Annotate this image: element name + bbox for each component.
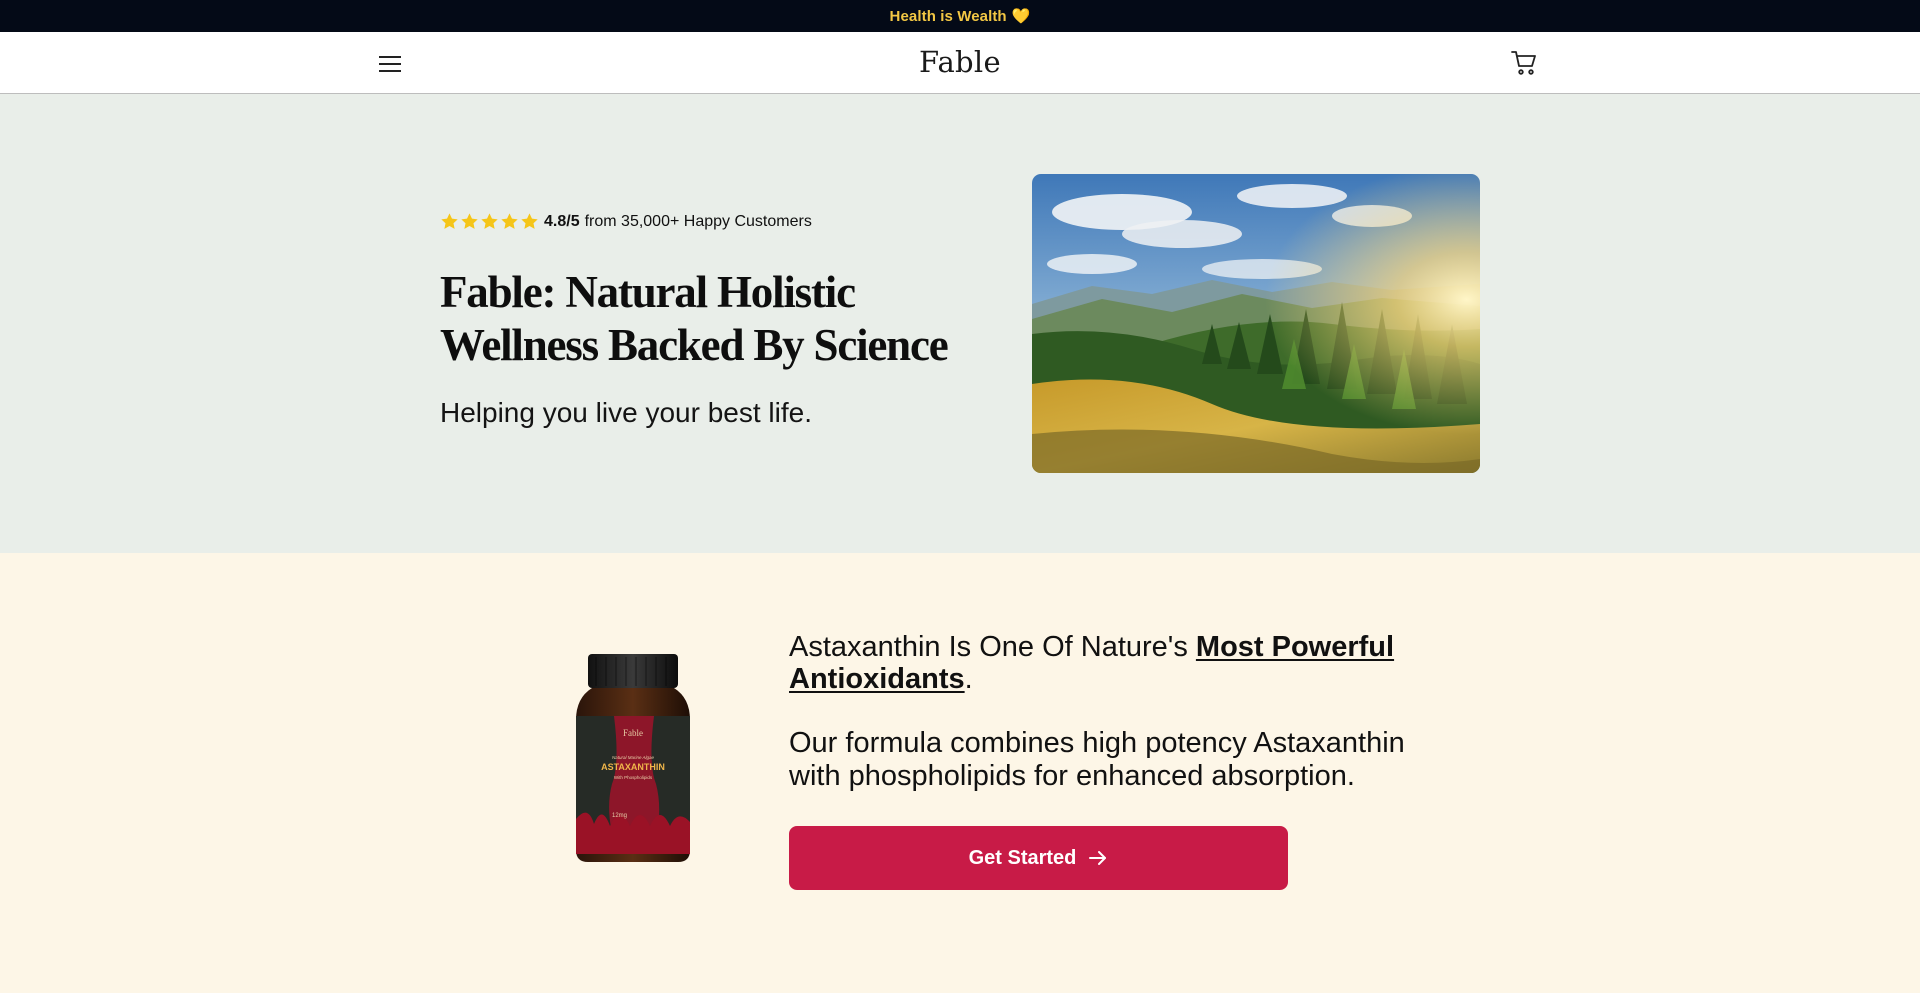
product-description: Our formula combines high potency Astaxa… xyxy=(789,727,1405,792)
hero-subtitle: Helping you live your best life. xyxy=(440,397,812,428)
arrow-right-icon xyxy=(1088,850,1108,866)
bottle-brand: Fable xyxy=(623,728,643,738)
star-icon xyxy=(521,213,538,229)
bottle-dose: 12mg xyxy=(612,813,627,819)
product-section: Fable Natural Marine Algae ASTAXANTHIN W… xyxy=(0,553,1920,993)
product-headline: Astaxanthin Is One Of Nature's Most Powe… xyxy=(789,631,1429,695)
bottle-line2: With Phospholipids xyxy=(614,775,653,780)
astaxanthin-bottle-image: Fable Natural Marine Algae ASTAXANTHIN W… xyxy=(574,654,692,864)
star-icon xyxy=(461,213,478,229)
hero-section: 4.8/5 from 35,000+ Happy Customers Fable… xyxy=(0,94,1920,553)
site-logo[interactable]: Fable xyxy=(0,45,1920,79)
rating-score: 4.8/5 xyxy=(544,212,580,230)
site-header: Fable xyxy=(0,32,1920,94)
get-started-button[interactable]: Get Started xyxy=(789,826,1288,890)
star-icon xyxy=(481,213,498,229)
hero-landscape-image xyxy=(1032,174,1480,473)
customer-rating: 4.8/5 from 35,000+ Happy Customers xyxy=(440,212,812,231)
rating-text: from 35,000+ Happy Customers xyxy=(584,212,812,230)
shopping-cart-icon[interactable] xyxy=(1509,48,1539,78)
announcement-text: Health is Wealth xyxy=(889,7,1007,25)
product-headline-prefix: Astaxanthin Is One Of Nature's xyxy=(789,631,1196,663)
product-headline-suffix: . xyxy=(964,663,973,695)
rating-stars xyxy=(440,212,540,231)
star-icon xyxy=(441,213,458,229)
bottle-product-name: ASTAXANTHIN xyxy=(601,762,665,772)
announcement-bar: Health is Wealth 💛 xyxy=(0,0,1920,32)
star-icon xyxy=(501,213,518,229)
get-started-label: Get Started xyxy=(968,846,1077,869)
hero-title: Fable: Natural Holistic Wellness Backed … xyxy=(440,267,949,370)
yellow-heart-icon: 💛 xyxy=(1011,8,1031,25)
bottle-line1: Natural Marine Algae xyxy=(612,755,655,760)
